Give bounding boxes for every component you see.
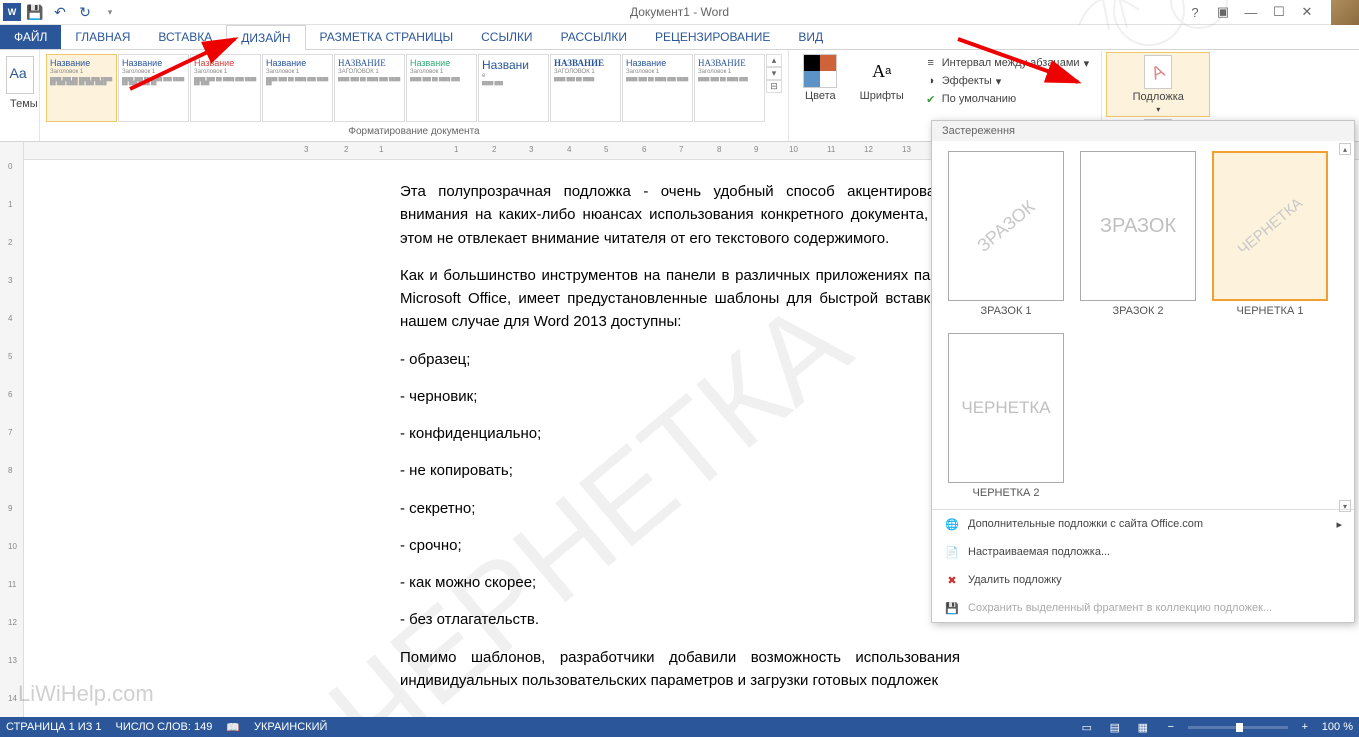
fonts-icon: Aa bbox=[867, 54, 897, 88]
watermark-option-sample2[interactable]: ЗРАЗОКЗРАЗОК 2 bbox=[1080, 151, 1196, 317]
document-content[interactable]: Эта полупрозрачная подложка - очень удоб… bbox=[400, 180, 960, 692]
watermark-option-draft1[interactable]: ЧЕРНЕТКАЧЕРНЕТКА 1 bbox=[1212, 151, 1328, 317]
status-page[interactable]: СТРАНИЦА 1 ИЗ 1 bbox=[6, 721, 102, 733]
group-label: Форматирование документа bbox=[44, 124, 784, 139]
view-web-layout[interactable]: ▦ bbox=[1132, 719, 1154, 735]
status-bar: СТРАНИЦА 1 ИЗ 1 ЧИСЛО СЛОВ: 149 📖 УКРАИН… bbox=[0, 717, 1359, 737]
zoom-slider[interactable] bbox=[1188, 726, 1288, 729]
save-button[interactable]: 💾 bbox=[24, 1, 46, 23]
themes-button[interactable]: Темы bbox=[4, 96, 35, 112]
style-item[interactable]: НазваниеЗаголовок 1████ ███ ██ ████ ███ … bbox=[262, 54, 333, 122]
undo-button[interactable]: ↶ bbox=[49, 1, 71, 23]
zoom-out[interactable]: − bbox=[1160, 719, 1182, 735]
dropdown-scroll-up[interactable]: ▴ bbox=[1339, 143, 1351, 155]
watermark-button[interactable]: A Подложка▾ bbox=[1106, 52, 1210, 117]
style-item[interactable]: НАЗВАНИЕЗАГОЛОВОК 1████ ███ ██ ████ bbox=[550, 54, 621, 122]
zoom-level[interactable]: 100 % bbox=[1322, 721, 1353, 733]
gallery-more[interactable]: ⊟ bbox=[766, 80, 782, 93]
status-words[interactable]: ЧИСЛО СЛОВ: 149 bbox=[116, 721, 213, 733]
style-item[interactable]: НазваниеЗаголовок 1████ ███ ██ ████ ███ … bbox=[46, 54, 117, 122]
annotation-arrow-design bbox=[130, 34, 250, 97]
watermark-option-draft2[interactable]: ЧЕРНЕТКАЧЕРНЕТКА 2 bbox=[948, 333, 1064, 499]
style-item[interactable]: НазваниеЗаголовок 1████ ███ ██ ████ ███ … bbox=[622, 54, 693, 122]
zoom-in[interactable]: + bbox=[1294, 719, 1316, 735]
dropdown-scroll-down[interactable]: ▾ bbox=[1339, 500, 1351, 512]
user-avatar[interactable] bbox=[1331, 0, 1359, 25]
gallery-up[interactable]: ▴ bbox=[766, 54, 782, 67]
qat-customize[interactable]: ▾ bbox=[99, 1, 121, 23]
view-read-mode[interactable]: ▭ bbox=[1076, 719, 1098, 735]
status-proofing-icon[interactable]: 📖 bbox=[226, 721, 240, 734]
dropdown-header: Застереження bbox=[932, 121, 1354, 141]
custom-watermark[interactable]: 📄Настраиваемая подложка... bbox=[932, 538, 1354, 566]
annotation-arrow-watermark bbox=[958, 34, 1098, 97]
colors-icon bbox=[803, 54, 837, 88]
view-print-layout[interactable]: ▤ bbox=[1104, 719, 1126, 735]
style-item[interactable]: НАЗВАНИЕЗАГОЛОВОК 1████ ███ ██ ████ ███ … bbox=[334, 54, 405, 122]
word-icon: W bbox=[3, 3, 21, 21]
more-watermarks-office[interactable]: 🌐Дополнительные подложки с сайта Office.… bbox=[932, 510, 1354, 538]
watermark-dropdown: Застереження ЗРАЗОКЗРАЗОК 1 ЗРАЗОКЗРАЗОК… bbox=[931, 120, 1355, 623]
gallery-down[interactable]: ▾ bbox=[766, 67, 782, 80]
style-item[interactable]: НазваниеЗаголовок 1████ ███ ██ ████ ███ bbox=[406, 54, 477, 122]
remove-watermark[interactable]: ✖Удалить подложку bbox=[932, 566, 1354, 594]
watermark-option-sample1[interactable]: ЗРАЗОКЗРАЗОК 1 bbox=[948, 151, 1064, 317]
site-watermark: LiWiHelp.com bbox=[18, 681, 154, 707]
status-language[interactable]: УКРАИНСКИЙ bbox=[254, 721, 327, 733]
colors-button[interactable]: Цвета bbox=[799, 88, 842, 104]
tab-file[interactable]: ФАЙЛ bbox=[0, 25, 61, 49]
style-item[interactable]: Название████ ███ bbox=[478, 54, 549, 122]
watermark-icon: A bbox=[1144, 55, 1172, 89]
redo-button[interactable]: ↻ bbox=[74, 1, 96, 23]
vertical-ruler[interactable]: 01234567891011121314 bbox=[0, 142, 24, 717]
save-selection-watermark: 💾Сохранить выделенный фрагмент в коллекц… bbox=[932, 594, 1354, 622]
tab-references[interactable]: ССЫЛКИ bbox=[467, 25, 546, 49]
window-title: Документ1 - Word bbox=[630, 5, 729, 19]
tab-mailings[interactable]: РАССЫЛКИ bbox=[547, 25, 641, 49]
style-item[interactable]: НАЗВАНИЕЗаголовок 1████ ███ ██ ████ ███ bbox=[694, 54, 765, 122]
fonts-button[interactable]: Шрифты bbox=[854, 88, 910, 104]
tab-review[interactable]: РЕЦЕНЗИРОВАНИЕ bbox=[641, 25, 784, 49]
tab-layout[interactable]: РАЗМЕТКА СТРАНИЦЫ bbox=[306, 25, 468, 49]
themes-icon bbox=[6, 56, 34, 94]
tab-view[interactable]: ВИД bbox=[784, 25, 837, 49]
